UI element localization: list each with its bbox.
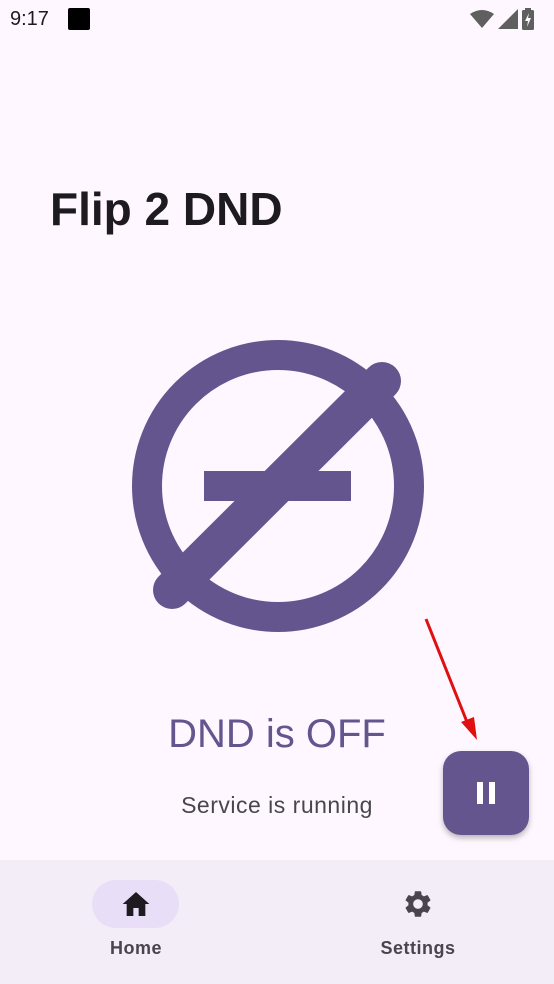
status-icons (470, 8, 534, 30)
page-title: Flip 2 DND (50, 183, 283, 235)
nav-item-home[interactable]: Home (36, 880, 236, 960)
signal-icon (498, 9, 518, 29)
pause-service-button[interactable] (443, 751, 529, 835)
battery-icon (522, 8, 534, 30)
bottom-navigation: Home Settings (0, 860, 554, 984)
wifi-icon (470, 10, 494, 28)
status-time: 9:17 (10, 8, 49, 30)
gear-icon (405, 891, 431, 917)
notification-icon (68, 8, 90, 30)
home-icon (122, 892, 150, 916)
nav-label-home: Home (109, 938, 162, 958)
dnd-off-icon (132, 340, 424, 632)
status-bar: 9:17 (0, 0, 554, 38)
pause-icon (477, 782, 495, 804)
nav-label-settings: Settings (380, 938, 456, 958)
nav-item-settings[interactable]: Settings (318, 880, 518, 960)
